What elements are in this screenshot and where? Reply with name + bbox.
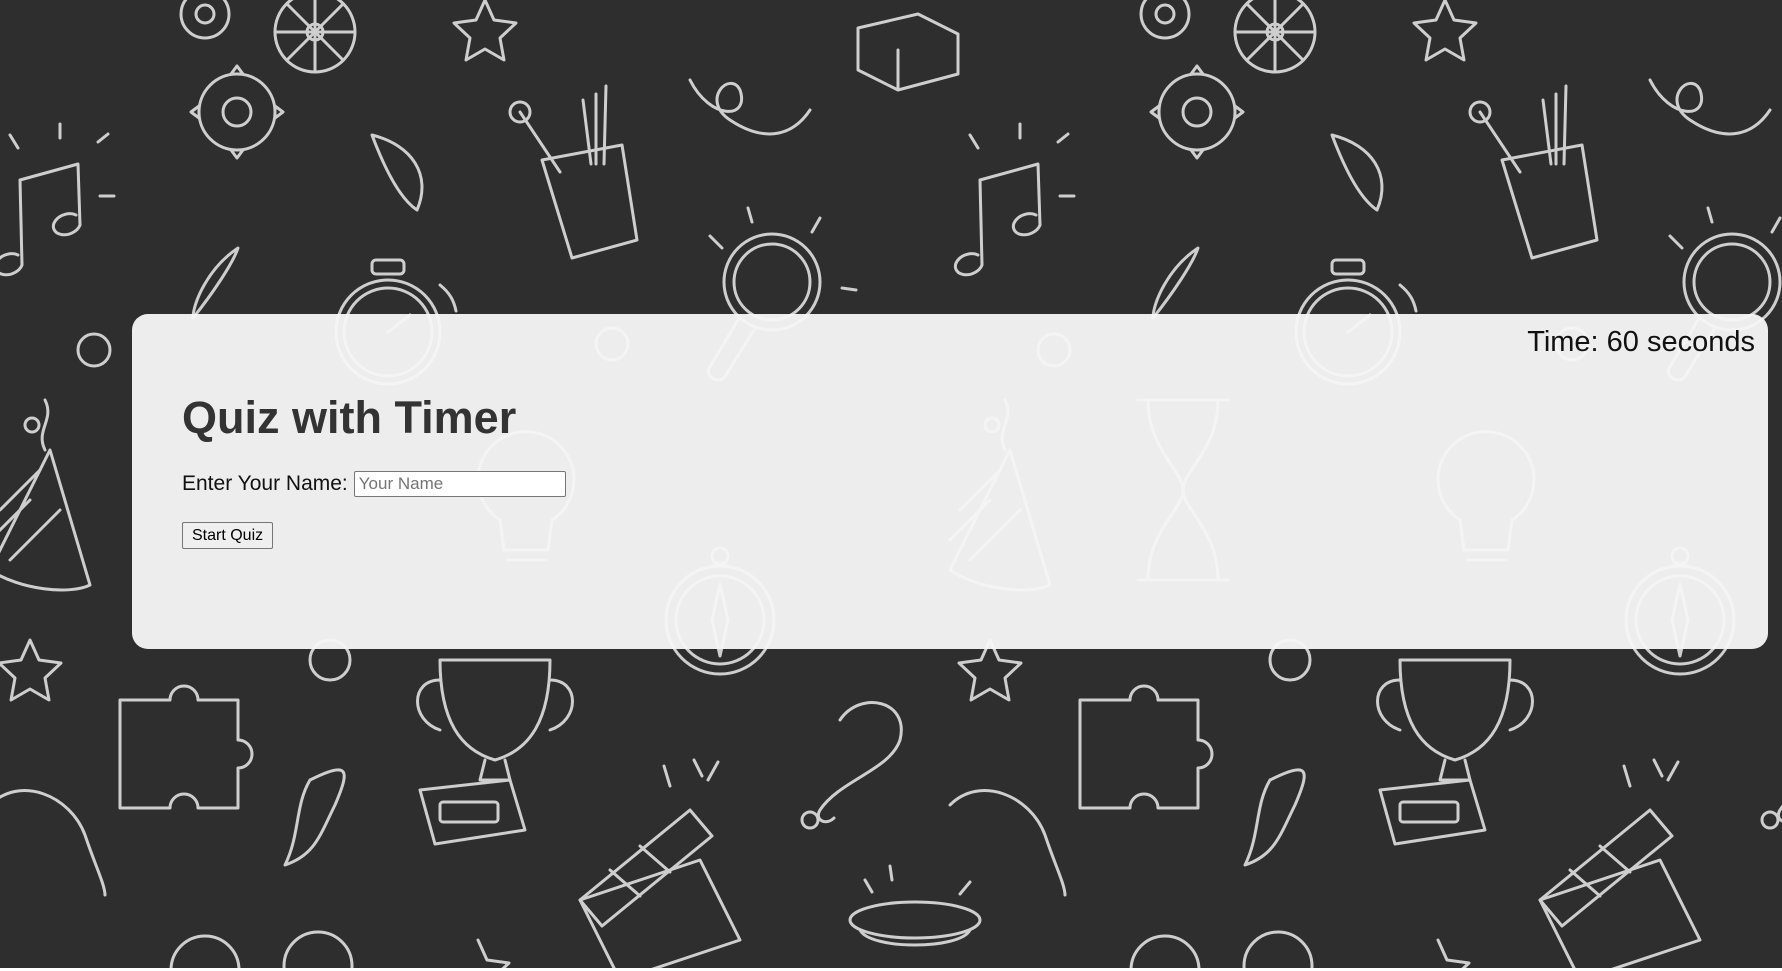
name-label: Enter Your Name: xyxy=(182,472,348,495)
name-form-row: Enter Your Name: xyxy=(182,470,566,498)
page-title: Quiz with Timer xyxy=(182,392,517,443)
name-input[interactable] xyxy=(353,471,566,497)
timer-display: Time: 60 seconds xyxy=(1527,326,1755,358)
start-quiz-button[interactable]: Start Quiz xyxy=(182,522,274,549)
quiz-container: Time: 60 seconds Quiz with Timer Enter Y… xyxy=(132,314,1768,649)
